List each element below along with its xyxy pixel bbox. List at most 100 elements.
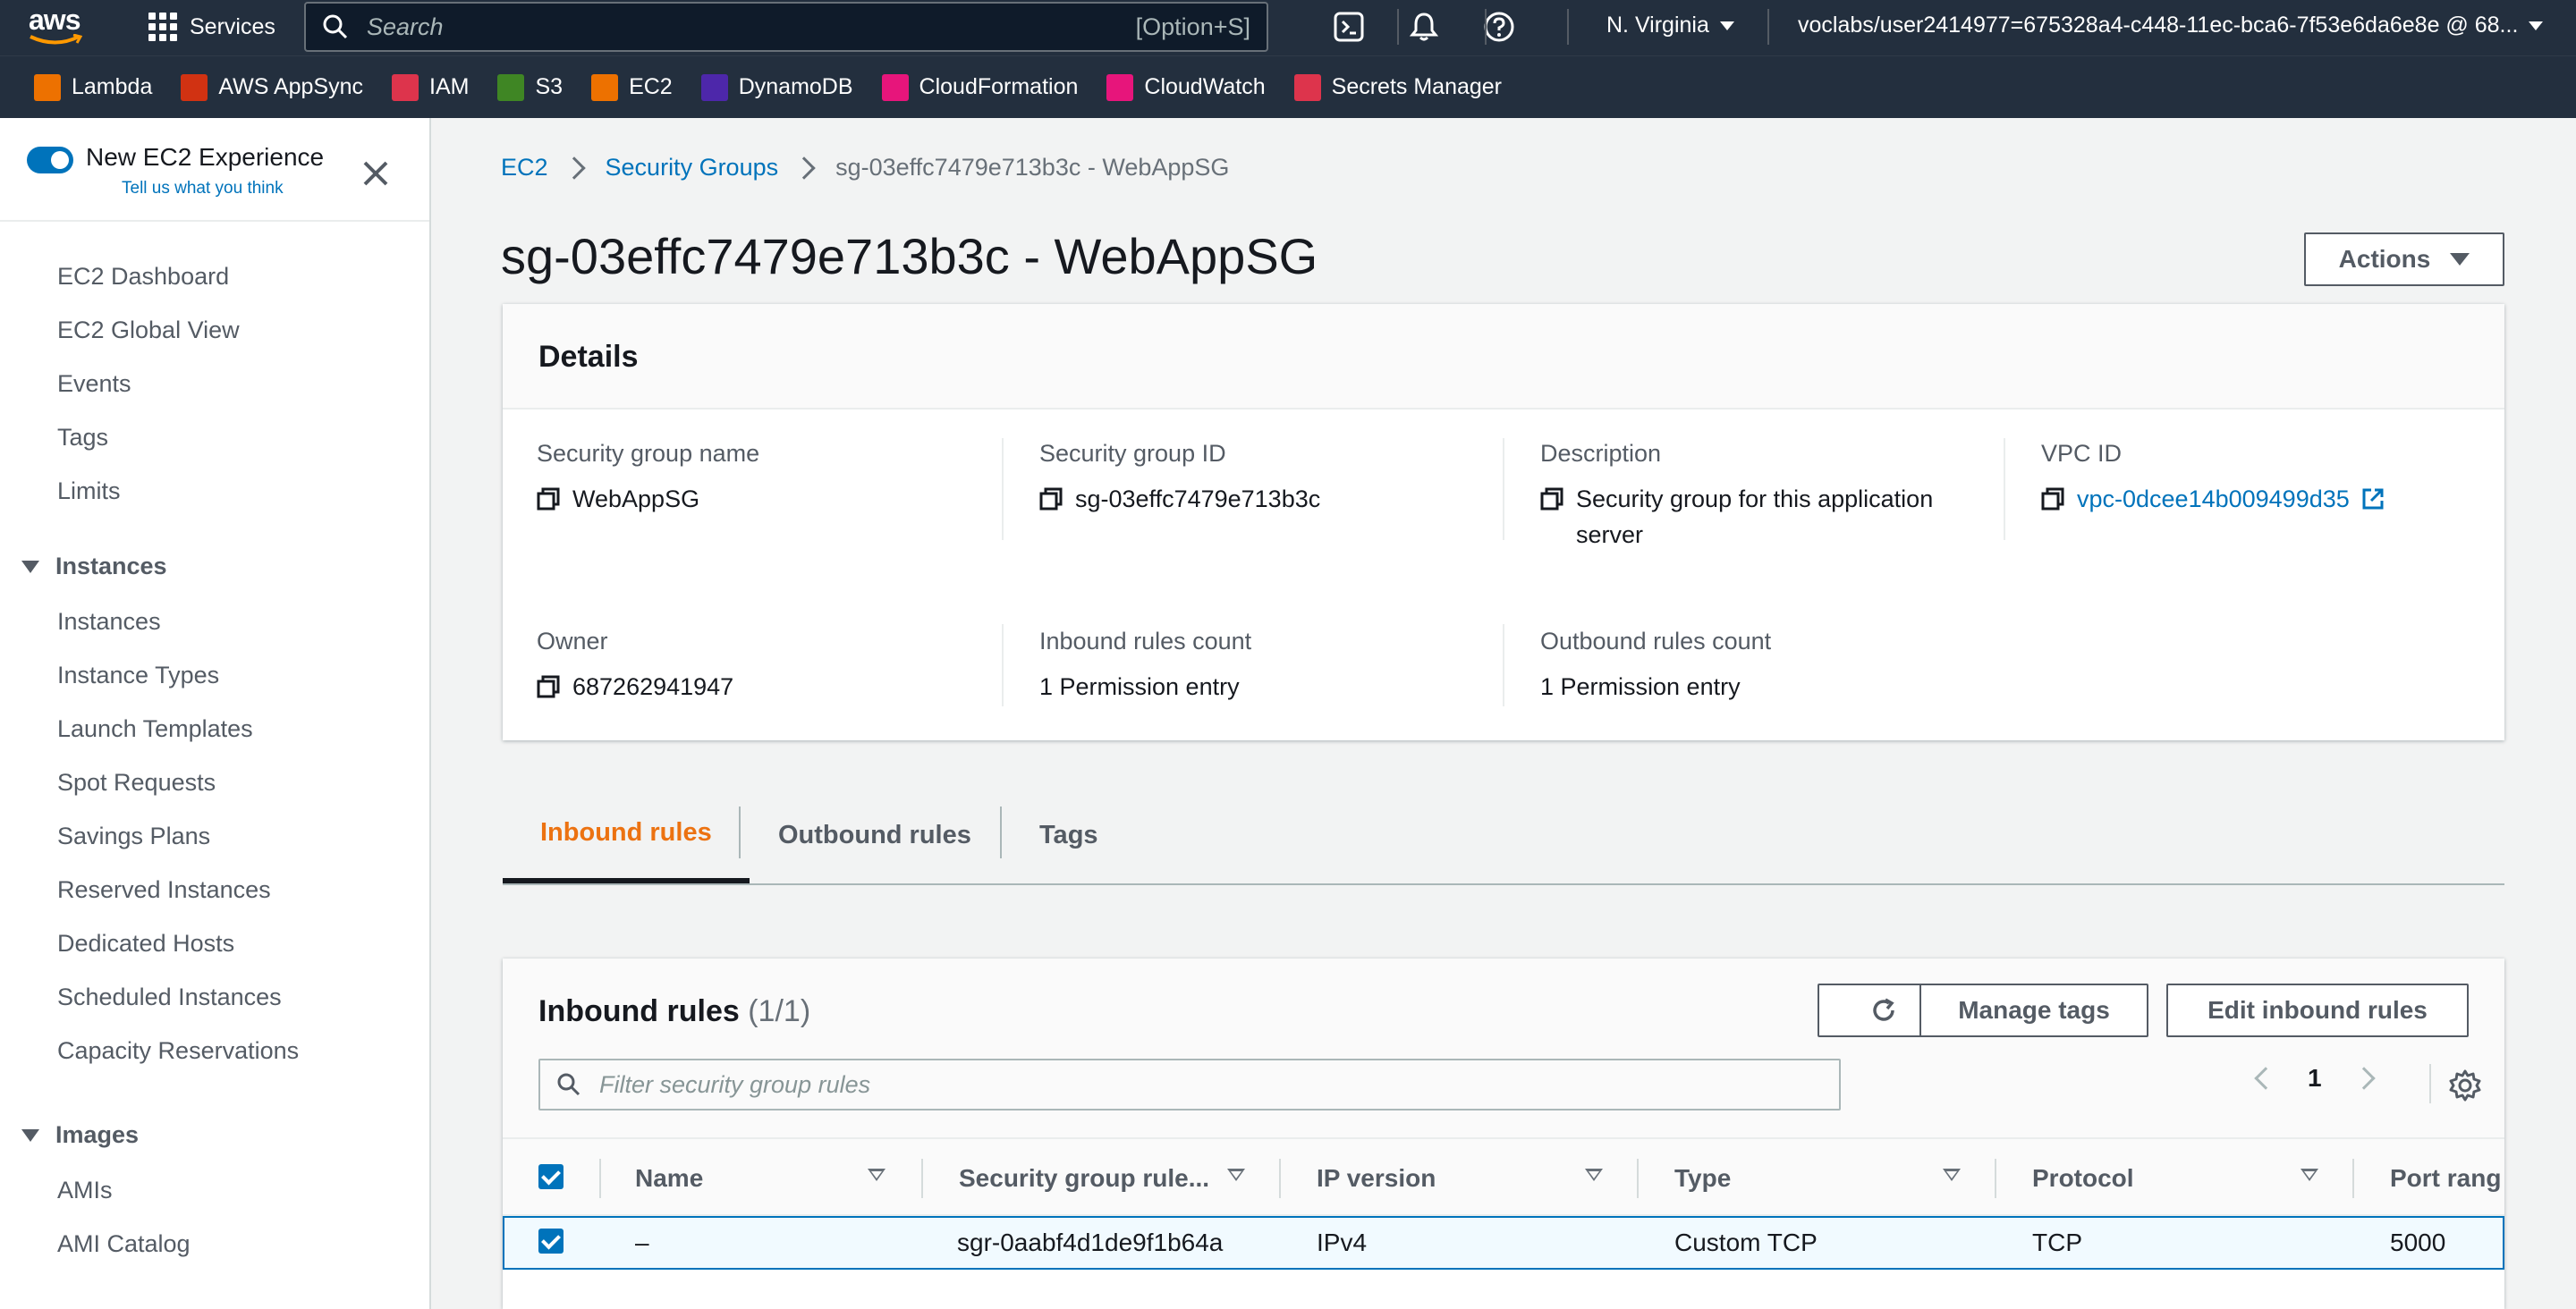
pagination-divider <box>2429 1064 2431 1103</box>
gear-icon[interactable] <box>2447 1068 2483 1103</box>
favorite-lambda[interactable]: Lambda <box>34 73 152 101</box>
column-type[interactable]: Type <box>1674 1139 1731 1218</box>
vpc-id-link[interactable]: vpc-0dcee14b009499d35 <box>2077 481 2350 517</box>
nav-divider <box>1567 9 1569 45</box>
nav-divider <box>1485 9 1487 45</box>
caret-down-icon <box>21 560 39 573</box>
filter-rules-input[interactable]: Filter security group rules <box>538 1059 1841 1111</box>
tab-bar: Inbound rules Outbound rules Tags <box>503 787 2504 885</box>
sidebar-item-events[interactable]: Events <box>57 370 131 398</box>
column-ip-version[interactable]: IP version <box>1317 1139 1436 1218</box>
copy-icon[interactable] <box>1039 487 1063 511</box>
favorite-s3[interactable]: S3 <box>497 73 563 101</box>
column-port-range[interactable]: Port rang <box>2390 1139 2501 1218</box>
chevron-left-icon[interactable] <box>2254 1067 2277 1090</box>
description-value: Security group for this application serv… <box>1540 481 1987 553</box>
experience-title: New EC2 Experience <box>86 143 325 171</box>
sidebar-item-ec2-dashboard[interactable]: EC2 Dashboard <box>57 263 229 291</box>
tab-outbound-rules[interactable]: Outbound rules <box>741 787 1009 883</box>
close-icon[interactable] <box>360 157 392 190</box>
favorite-ec2[interactable]: EC2 <box>591 73 673 101</box>
sg-name-label: Security group name <box>537 440 760 467</box>
sidebar-item-instance-types[interactable]: Instance Types <box>57 662 219 689</box>
row-checkbox[interactable] <box>538 1229 564 1254</box>
services-menu[interactable]: Services <box>148 9 275 45</box>
column-rule-id[interactable]: Security group rule... <box>959 1139 1209 1218</box>
sidebar-item-tags[interactable]: Tags <box>57 424 108 452</box>
breadcrumb-security-groups[interactable]: Security Groups <box>606 154 779 182</box>
cloudwatch-icon <box>1106 73 1134 101</box>
favorites-bar: Lambda AWS AppSync IAM S3 EC2 DynamoDB CloudFo… <box>0 55 2576 118</box>
search-icon <box>557 1073 580 1096</box>
column-divider <box>1637 1159 1639 1198</box>
favorite-cloudwatch[interactable]: CloudWatch <box>1106 73 1266 101</box>
favorite-secrets-manager[interactable]: Secrets Manager <box>1293 73 1502 101</box>
sidebar-item-ami-catalog[interactable]: AMI Catalog <box>57 1230 191 1258</box>
nav-divider <box>1397 9 1399 45</box>
notifications-bell-icon[interactable] <box>1408 11 1440 43</box>
sidebar-item-dedicated-hosts[interactable]: Dedicated Hosts <box>57 930 234 958</box>
cloudshell-icon[interactable] <box>1333 11 1365 43</box>
sort-icon[interactable] <box>1585 1169 1603 1181</box>
sidebar-item-capacity-reservations[interactable]: Capacity Reservations <box>57 1037 299 1065</box>
column-divider <box>1995 1159 1996 1198</box>
favorite-aws-appsync[interactable]: AWS AppSync <box>181 73 363 101</box>
region-selector[interactable]: N. Virginia <box>1606 13 1734 38</box>
copy-icon[interactable] <box>1540 487 1563 511</box>
favorite-cloudformation[interactable]: CloudFormation <box>881 73 1078 101</box>
sort-icon[interactable] <box>868 1169 886 1181</box>
iam-icon <box>392 73 419 101</box>
aws-logo[interactable]: aws <box>29 5 93 48</box>
details-panel: Details Security group name WebAppSG Sec… <box>503 304 2504 740</box>
search-input[interactable]: Search [Option+S] <box>304 2 1268 52</box>
sidebar-item-instances[interactable]: Instances <box>57 608 161 636</box>
ec2-icon <box>591 73 619 101</box>
copy-icon[interactable] <box>2041 487 2064 511</box>
sidebar-item-spot-requests[interactable]: Spot Requests <box>57 769 216 797</box>
external-link-icon[interactable] <box>2360 486 2385 511</box>
caret-down-icon <box>1719 21 1734 30</box>
sidebar-item-amis[interactable]: AMIs <box>57 1177 113 1204</box>
tab-inbound-rules[interactable]: Inbound rules <box>503 787 750 883</box>
favorite-iam[interactable]: IAM <box>392 73 469 101</box>
vpc-id-label: VPC ID <box>2041 440 2123 467</box>
edit-inbound-rules-button[interactable]: Edit inbound rules <box>2166 984 2469 1037</box>
breadcrumb-ec2[interactable]: EC2 <box>501 154 548 182</box>
sidebar-item-scheduled-instances[interactable]: Scheduled Instances <box>57 984 282 1011</box>
copy-icon[interactable] <box>537 487 560 511</box>
chevron-right-icon[interactable] <box>2351 1067 2376 1090</box>
actions-button[interactable]: Actions <box>2304 232 2504 286</box>
sidebar-item-savings-plans[interactable]: Savings Plans <box>57 823 210 850</box>
select-all-checkbox[interactable] <box>538 1164 564 1189</box>
table-row[interactable]: – sgr-0aabf4d1de9f1b64a IPv4 Custom TCP … <box>503 1216 2504 1270</box>
feedback-link[interactable]: Tell us what you think <box>122 179 324 198</box>
account-menu[interactable]: voclabs/user2414977=675328a4-c448-11ec-b… <box>1798 13 2544 38</box>
sidebar-item-ec2-global-view[interactable]: EC2 Global View <box>57 317 240 344</box>
tab-tags[interactable]: Tags <box>1002 787 1136 883</box>
page-number[interactable]: 1 <box>2308 1064 2322 1093</box>
column-name[interactable]: Name <box>635 1139 703 1218</box>
sidebar-item-launch-templates[interactable]: Launch Templates <box>57 715 253 743</box>
manage-tags-button[interactable]: Manage tags <box>1919 984 2148 1037</box>
sidebar-section-images[interactable]: Images <box>21 1121 139 1149</box>
sort-icon[interactable] <box>1227 1169 1245 1181</box>
copy-icon[interactable] <box>537 675 560 698</box>
details-header <box>503 304 2504 410</box>
cloudformation-icon <box>881 73 909 101</box>
help-icon[interactable] <box>1483 11 1515 43</box>
sort-icon[interactable] <box>2301 1169 2318 1181</box>
sidebar-item-reserved-instances[interactable]: Reserved Instances <box>57 876 271 904</box>
rules-count: (1/1) <box>748 994 811 1028</box>
sidebar-item-limits[interactable]: Limits <box>57 477 121 505</box>
sidebar-section-instances[interactable]: Instances <box>21 553 167 580</box>
experience-toggle-switch[interactable] <box>27 147 73 173</box>
breadcrumb-current: sg-03effc7479e713b3c - WebAppSG <box>835 154 1230 181</box>
favorite-dynamodb[interactable]: DynamoDB <box>700 73 853 101</box>
sort-icon[interactable] <box>1943 1169 1961 1181</box>
column-protocol[interactable]: Protocol <box>2032 1139 2134 1218</box>
lambda-icon <box>34 73 61 101</box>
column-divider <box>921 1159 923 1198</box>
refresh-icon <box>1873 998 1894 1021</box>
description-label: Description <box>1540 440 1662 467</box>
column-divider <box>1279 1159 1281 1198</box>
